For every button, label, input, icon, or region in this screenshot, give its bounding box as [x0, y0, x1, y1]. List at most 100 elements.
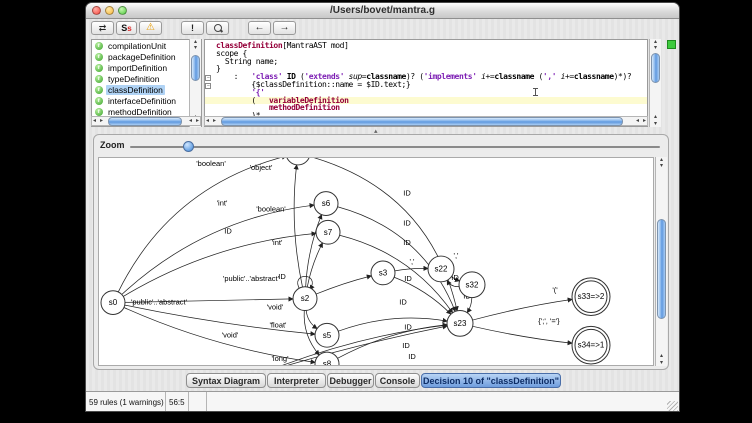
scroll-left-icon[interactable]: ◂: [206, 117, 209, 125]
svg-text:ID: ID: [224, 226, 232, 235]
status-cell: 56:5: [166, 392, 189, 412]
scroll-right-icon[interactable]: ▸: [643, 117, 646, 125]
desktop-background: /Users/bovet/mantra.g ⇄ Ss ⚠ ! ← →: [0, 0, 752, 423]
scroll-right-icon[interactable]: ▸: [100, 117, 103, 125]
scroll-down-icon[interactable]: ▾: [650, 45, 661, 51]
scrollbar-thumb[interactable]: [191, 55, 200, 81]
scrollbar-thumb[interactable]: [651, 53, 660, 83]
find-button[interactable]: [206, 21, 229, 35]
rule-name: interfaceDefinition: [106, 96, 178, 106]
svg-text:ID: ID: [403, 238, 411, 247]
rules-vertical-scrollbar[interactable]: ▴ ▾ ▴ ▾: [189, 39, 201, 127]
graph-vertical-scrollbar[interactable]: ▴ ▾ ▴ ▾: [655, 157, 667, 366]
fold-icon[interactable]: −: [205, 73, 216, 81]
svg-text:s32: s32: [466, 280, 479, 289]
rule-icon: r: [95, 86, 103, 94]
search-icon: [214, 24, 222, 32]
code-area[interactable]: classDefinition[MantraAST mod]scope { St…: [205, 42, 647, 120]
rule-icon: r: [95, 42, 103, 50]
status-cell: 59 rules (1 warnings): [86, 392, 166, 412]
zoom-row: Zoom: [94, 138, 668, 154]
titlebar[interactable]: /Users/bovet/mantra.g: [86, 3, 679, 19]
resize-grip-icon[interactable]: [667, 401, 678, 412]
scroll-up-icon[interactable]: ▴: [656, 353, 667, 359]
svg-text:ID: ID: [403, 189, 411, 198]
forward-button[interactable]: →: [273, 21, 296, 35]
svg-text:s22: s22: [435, 264, 448, 273]
zoom-slider[interactable]: [130, 146, 660, 148]
zoom-label: Zoom: [100, 140, 125, 150]
rule-icon: r: [95, 53, 103, 61]
svg-text:'float': 'float': [269, 320, 287, 329]
svg-text:ID: ID: [402, 341, 410, 350]
status-cell: [207, 392, 679, 412]
svg-text:'long': 'long': [271, 354, 289, 363]
debug-button[interactable]: !: [181, 21, 204, 35]
tab-syntax-diagram[interactable]: Syntax Diagram: [186, 373, 266, 388]
find-usages-button[interactable]: Ss: [116, 21, 137, 35]
rule-name: typeDefinition: [106, 74, 162, 84]
svg-text:s8: s8: [323, 360, 332, 366]
rule-list-item[interactable]: rcompilationUnit: [92, 40, 201, 51]
rules-list: rcompilationUnitrpackageDefinitionrimpor…: [92, 40, 201, 127]
svg-text:s3: s3: [379, 268, 388, 277]
svg-text:s33=>2: s33=>2: [578, 292, 605, 301]
scroll-down-icon[interactable]: ▾: [656, 360, 667, 366]
rule-icon: r: [95, 97, 103, 105]
scroll-right-icon[interactable]: ▸: [196, 117, 199, 125]
svg-text:ID: ID: [403, 218, 411, 227]
rules-horizontal-scrollbar[interactable]: ◂ ▸ ◂ ▸: [91, 116, 201, 126]
grammar-editor[interactable]: classDefinition[MantraAST mod]scope { St…: [204, 39, 648, 127]
decision-graph-svg[interactable]: 'public'..'abstract' 'boolean' 'int' ID 'voi…: [99, 158, 654, 366]
svg-text:',': ',': [454, 251, 460, 260]
svg-text:s2: s2: [301, 294, 310, 303]
scroll-right-icon[interactable]: ▸: [213, 117, 216, 125]
scroll-left-icon[interactable]: ◂: [636, 117, 639, 125]
editor-horizontal-scrollbar[interactable]: ◂ ▸ ◂ ▸: [204, 116, 648, 126]
rule-name: importDefinition: [106, 63, 169, 73]
rule-list-item[interactable]: rclassDefinition: [92, 84, 201, 95]
forward-arrow-icon: →: [280, 23, 290, 33]
scroll-up-icon[interactable]: ▴: [650, 114, 661, 120]
svg-text:{';', '='}: {';', '='}: [538, 316, 560, 325]
scroll-down-icon[interactable]: ▾: [650, 121, 661, 127]
svg-text:s23: s23: [454, 319, 467, 328]
svg-text:'int': 'int': [217, 199, 228, 208]
scroll-down-icon[interactable]: ▾: [190, 45, 201, 51]
editor-vertical-scrollbar[interactable]: ▴ ▾ ▴ ▾: [649, 39, 661, 127]
tab-decision-10-of-classdefinition[interactable]: Decision 10 of "classDefinition": [421, 373, 561, 388]
scroll-down-icon[interactable]: ▾: [656, 163, 667, 169]
decision-graph-canvas[interactable]: 'public'..'abstract' 'boolean' 'int' ID 'voi…: [98, 157, 654, 366]
tab-interpreter[interactable]: Interpreter: [267, 373, 326, 388]
scrollbar-thumb[interactable]: [221, 117, 623, 126]
rule-icon: r: [95, 75, 103, 83]
rule-list-item[interactable]: rimportDefinition: [92, 62, 201, 73]
toggle-console-button[interactable]: ⇄: [91, 21, 114, 35]
fold-icon[interactable]: −: [205, 81, 216, 89]
tab-console[interactable]: Console: [375, 373, 420, 388]
scroll-left-icon[interactable]: ◂: [189, 117, 192, 125]
code-line: − {$classDefinition::name = $ID.text;}: [205, 81, 647, 89]
rule-icon: r: [95, 64, 103, 72]
svg-text:',': ',': [410, 257, 416, 266]
tab-debugger[interactable]: Debugger: [327, 373, 374, 388]
svg-text:'public'..'abstract': 'public'..'abstract': [131, 298, 188, 307]
svg-text:s6: s6: [322, 199, 331, 208]
rule-name: packageDefinition: [106, 52, 178, 62]
zoom-slider-knob[interactable]: [183, 141, 194, 152]
svg-text:'int': 'int': [272, 238, 283, 247]
svg-text:s0: s0: [109, 298, 118, 307]
svg-text:'void': 'void': [267, 303, 284, 312]
rule-list-item[interactable]: rpackageDefinition: [92, 51, 201, 62]
scrollbar-thumb[interactable]: [657, 219, 666, 319]
back-button[interactable]: ←: [248, 21, 271, 35]
check-grammar-button[interactable]: ⚠: [139, 21, 162, 35]
scrollbar-thumb[interactable]: [108, 117, 182, 126]
rule-list-item[interactable]: rtypeDefinition: [92, 73, 201, 84]
scroll-left-icon[interactable]: ◂: [93, 117, 96, 125]
svg-text:'boolean': 'boolean': [196, 159, 226, 168]
svg-text:'object': 'object': [250, 163, 273, 172]
rule-list-item[interactable]: rinterfaceDefinition: [92, 95, 201, 106]
rule-name: classDefinition: [106, 85, 165, 95]
svg-text:s7: s7: [324, 228, 333, 237]
